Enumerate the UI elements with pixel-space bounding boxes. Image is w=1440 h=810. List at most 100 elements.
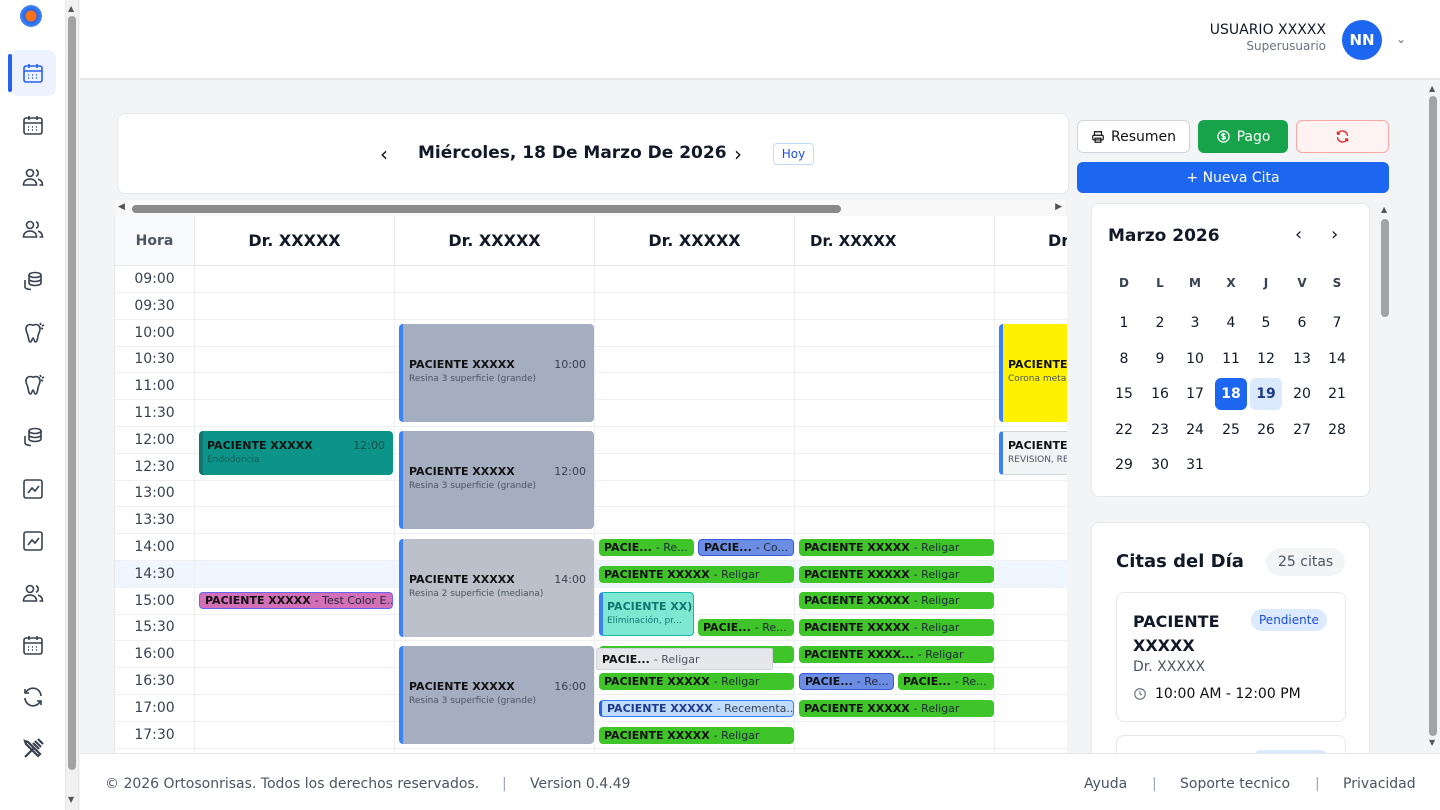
- sidebar-item-finanzas[interactable]: [10, 258, 56, 304]
- calendar-day[interactable]: 5: [1250, 307, 1282, 339]
- calendar-day[interactable]: 11: [1215, 343, 1247, 375]
- calendar-day[interactable]: 18: [1215, 378, 1247, 411]
- appointment-block[interactable]: PACIENTE X REVISION, RE: [999, 431, 1067, 475]
- calendar-day[interactable]: 23: [1144, 414, 1176, 446]
- appointment-block[interactable]: PACIENTE XXXXX - Religar: [799, 592, 994, 609]
- calendar-day[interactable]: 22: [1108, 414, 1140, 446]
- scroll-up-icon[interactable]: ▲: [1429, 84, 1435, 93]
- appointment-block[interactable]: PACIENTE XXXXX - Religar: [599, 673, 794, 690]
- scroll-right-icon[interactable]: ▶: [1055, 202, 1062, 212]
- calendar-day[interactable]: 27: [1286, 414, 1318, 446]
- calendar-day[interactable]: 21: [1321, 378, 1353, 410]
- appointment-block[interactable]: PACIENTE XX) Eliminación, pr...: [599, 592, 694, 636]
- appointment-block[interactable]: PACIE... - Re...: [898, 673, 994, 690]
- calendar-day[interactable]: 29: [1108, 449, 1140, 481]
- calendar-day[interactable]: 30: [1144, 449, 1176, 481]
- sidebar-item-agenda[interactable]: [8, 50, 56, 96]
- appointment-block[interactable]: PACIENTE XXXX... - Religar: [799, 646, 994, 663]
- prev-day-button[interactable]: ‹: [380, 142, 388, 166]
- calendar-horizontal-scrollbar[interactable]: ◀ ▶: [115, 200, 1065, 216]
- nueva-cita-button[interactable]: + Nueva Cita: [1077, 162, 1389, 193]
- appointment-block[interactable]: PACIENTE XXXXX Resina 3 superficie (gran…: [399, 324, 594, 422]
- sidebar-item-usuarios[interactable]: [10, 206, 56, 252]
- sidebar-item-sincronizar[interactable]: [10, 674, 56, 720]
- appointment-block[interactable]: PACIENTE XXXXX - Religar: [799, 700, 994, 717]
- avatar[interactable]: NN: [1342, 20, 1382, 60]
- calendar-day[interactable]: 25: [1215, 414, 1247, 446]
- calendar-day[interactable]: 31: [1179, 449, 1211, 481]
- scroll-left-icon[interactable]: ◀: [118, 202, 125, 212]
- scroll-down-icon[interactable]: ▼: [68, 795, 74, 804]
- sidebar-item-horarios[interactable]: [10, 622, 56, 668]
- sidebar-scrollbar[interactable]: ▲ ▼: [66, 0, 79, 810]
- time-slot-row[interactable]: 09:00: [115, 266, 1067, 293]
- sidebar-item-herramientas[interactable]: [10, 726, 56, 772]
- appointment-block[interactable]: PACIENTE XXXXX Resina 3 superficie (gran…: [399, 431, 594, 529]
- appointment-block[interactable]: PACIE... - Re...: [799, 673, 894, 690]
- footer-soporte-link[interactable]: Soporte tecnico: [1180, 776, 1290, 792]
- appointment-block[interactable]: PACIENTE XXXXX - Religar: [599, 727, 794, 744]
- appointment-block[interactable]: PACIENTE XXXXX - Religar: [799, 566, 994, 583]
- next-month-button[interactable]: ›: [1331, 224, 1338, 245]
- sidebar-item-estadisticas[interactable]: [10, 518, 56, 564]
- prev-month-button[interactable]: ‹: [1295, 224, 1302, 245]
- calendar-day[interactable]: 4: [1215, 307, 1247, 339]
- sidebar-item-citas[interactable]: [10, 102, 56, 148]
- calendar-day[interactable]: 26: [1250, 414, 1282, 446]
- calendar-day[interactable]: 19: [1250, 378, 1282, 411]
- sidebar-item-personal[interactable]: [10, 570, 56, 616]
- scroll-up-icon[interactable]: ▲: [68, 4, 74, 13]
- calendar-day[interactable]: 14: [1321, 343, 1353, 375]
- calendar-day[interactable]: 1: [1108, 307, 1140, 339]
- calendar-day[interactable]: 16: [1144, 378, 1176, 410]
- calendar-day[interactable]: 12: [1250, 343, 1282, 375]
- app-logo[interactable]: [20, 5, 42, 27]
- scrollbar-thumb[interactable]: [68, 16, 76, 770]
- sidebar-item-tratamientos[interactable]: [10, 310, 56, 356]
- user-info[interactable]: USUARIO XXXXX Superusuario: [1210, 22, 1326, 53]
- today-button[interactable]: Hoy: [773, 143, 814, 165]
- next-day-button[interactable]: ›: [734, 142, 742, 166]
- calendar-day[interactable]: 13: [1286, 343, 1318, 375]
- sidebar-item-reportes[interactable]: [10, 466, 56, 512]
- appointment-block[interactable]: PACIENTE XXXXX - Test Color E...: [199, 592, 393, 609]
- calendar-day[interactable]: 17: [1179, 378, 1211, 410]
- calendar-day[interactable]: 24: [1179, 414, 1211, 446]
- appointment-block[interactable]: PACIENTE XXXXX - Recementa...: [599, 700, 794, 717]
- scrollbar-thumb[interactable]: [1429, 96, 1437, 736]
- calendar-day[interactable]: 20: [1286, 378, 1318, 410]
- appointment-block[interactable]: PACIENTE XXXXX - Religar: [799, 619, 994, 636]
- appointment-block[interactable]: PACIE... - Re...: [599, 539, 694, 556]
- right-panel-scrollbar[interactable]: ▲: [1379, 203, 1391, 753]
- calendar-day[interactable]: 3: [1179, 307, 1211, 339]
- scrollbar-thumb[interactable]: [1381, 219, 1389, 317]
- calendar-day[interactable]: 28: [1321, 414, 1353, 446]
- appointment-block[interactable]: PACIENTE XXXXX - Religar: [599, 566, 794, 583]
- appointment-block[interactable]: PACIE... - Re...: [698, 619, 794, 636]
- footer-ayuda-link[interactable]: Ayuda: [1084, 776, 1127, 792]
- calendar-day[interactable]: 2: [1144, 307, 1176, 339]
- calendar-day[interactable]: 10: [1179, 343, 1211, 375]
- page-scrollbar[interactable]: ▲ ▼: [1426, 82, 1439, 752]
- refresh-button[interactable]: [1296, 120, 1389, 153]
- calendar-day[interactable]: 6: [1286, 307, 1318, 339]
- sidebar-item-pagos[interactable]: [10, 414, 56, 460]
- scrollbar-thumb[interactable]: [132, 205, 841, 213]
- calendar-day[interactable]: 7: [1321, 307, 1353, 339]
- appointment-block[interactable]: PACIENTE XXXXX Resina 2 superficie (medi…: [399, 539, 594, 637]
- resumen-button[interactable]: Resumen: [1077, 120, 1190, 153]
- scroll-up-icon[interactable]: ▲: [1381, 205, 1387, 214]
- appointment-block[interactable]: PACIE... - Religar: [596, 648, 773, 670]
- footer-privacidad-link[interactable]: Privacidad: [1343, 776, 1416, 792]
- appointment-block[interactable]: PACIENTE XXXXX Resina 3 superficie (gran…: [399, 646, 594, 744]
- appointment-block[interactable]: PACIE... - Co...: [698, 539, 794, 556]
- appointment-block[interactable]: PACIENTE XXXXX - Religar: [799, 539, 994, 556]
- time-slot-row[interactable]: 09:30: [115, 293, 1067, 320]
- scroll-down-icon[interactable]: ▼: [1429, 738, 1435, 747]
- appointment-card[interactable]: PACIENTE XXXXX Pendiente Dr. XXXXX 10:00…: [1116, 592, 1346, 722]
- pago-button[interactable]: Pago: [1198, 120, 1288, 153]
- calendar-day[interactable]: 15: [1108, 378, 1140, 410]
- appointment-block[interactable]: PACIENTE X Corona metal: [999, 324, 1067, 422]
- calendar-day[interactable]: 8: [1108, 343, 1140, 375]
- sidebar-item-pacientes[interactable]: [10, 154, 56, 200]
